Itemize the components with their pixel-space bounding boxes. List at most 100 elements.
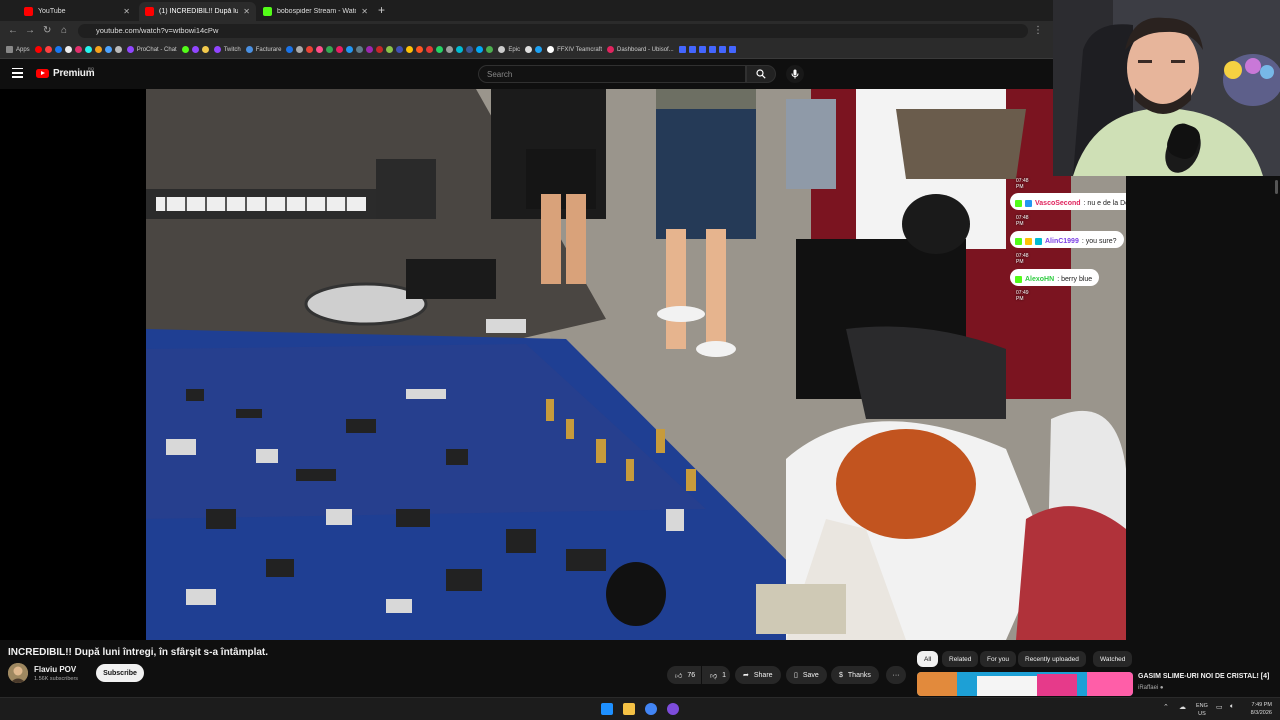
voice-search-button[interactable] bbox=[786, 65, 804, 83]
menu-icon[interactable] bbox=[12, 68, 23, 78]
bookmark-label: ProChat - Chat bbox=[136, 46, 177, 53]
video-scene-flea-market bbox=[146, 89, 1126, 640]
thanks-label: Thanks bbox=[847, 671, 871, 679]
thanks-button[interactable]: $ Thanks bbox=[831, 666, 879, 684]
bookmark-icon bbox=[426, 46, 434, 53]
avatar-image bbox=[8, 663, 28, 683]
reload-icon[interactable]: ↻ bbox=[43, 25, 51, 36]
chip-recently-uploaded[interactable]: Recently uploaded bbox=[1018, 651, 1086, 667]
new-tab-button[interactable]: + bbox=[378, 3, 385, 17]
bookmark-label: Twitch bbox=[223, 46, 241, 53]
bookmark-icons-group-4[interactable] bbox=[525, 46, 543, 53]
region-code: US bbox=[1198, 711, 1206, 717]
youtube-logo-icon bbox=[36, 69, 49, 78]
bookmark-apps[interactable]: Apps bbox=[6, 46, 30, 53]
recommended-video-title[interactable]: GASIM SLIME-URI NOI DE CRISTAL! [4] bbox=[1138, 673, 1269, 680]
close-tab-icon[interactable]: ✕ bbox=[361, 7, 368, 16]
chip-for-you[interactable]: For you bbox=[980, 651, 1017, 667]
apps-grid-icon bbox=[6, 46, 13, 53]
video-frame[interactable] bbox=[146, 89, 1126, 640]
bookmark-facturare[interactable]: Facturare bbox=[245, 46, 282, 53]
bookmark-label: Epic bbox=[508, 46, 521, 53]
bookmark-icon bbox=[346, 46, 354, 53]
youtube-icon bbox=[44, 46, 52, 53]
search-placeholder: Search bbox=[487, 70, 513, 79]
bookmark-ffxiv-teamcraft[interactable]: FFXIV Teamcraft bbox=[547, 46, 602, 53]
clock[interactable]: 7:49 PM 8/3/2026 bbox=[1251, 701, 1272, 717]
chat-username: VascoSecond bbox=[1035, 200, 1081, 207]
youtube-favicon-icon bbox=[24, 7, 33, 16]
bookmark-icons-group-3[interactable] bbox=[286, 46, 494, 53]
channel-avatar[interactable] bbox=[8, 663, 28, 683]
language-indicator[interactable]: ENG US bbox=[1196, 702, 1208, 718]
bookmark-label: Facturare bbox=[255, 46, 282, 53]
network-icon[interactable]: ▭ bbox=[1216, 703, 1223, 711]
dislike-button[interactable]: 👎︎ 1 bbox=[702, 666, 730, 684]
chip-related[interactable]: Related bbox=[942, 651, 979, 667]
clock-date: 8/3/2026 bbox=[1250, 710, 1272, 716]
youtube-premium-logo[interactable]: Premium RO bbox=[36, 66, 95, 79]
chat-username: AlinC1999 bbox=[1045, 238, 1079, 245]
chat-text: : you sure? bbox=[1081, 238, 1117, 245]
windows-start-icon[interactable] bbox=[601, 703, 613, 715]
prochat-icon bbox=[126, 46, 134, 53]
youtube-favicon-icon bbox=[145, 7, 154, 16]
search-button[interactable] bbox=[746, 65, 776, 83]
recommended-video-thumbnail[interactable] bbox=[917, 672, 1133, 696]
cloud-icon[interactable]: ☁ bbox=[1179, 703, 1186, 711]
search-input[interactable]: Search bbox=[478, 65, 746, 83]
epic-icon bbox=[498, 46, 506, 53]
thumbs-down-icon: 👎︎ bbox=[710, 672, 718, 680]
bookmark-icon bbox=[356, 46, 364, 53]
bookmark-icon bbox=[466, 46, 474, 53]
back-icon[interactable]: ← bbox=[8, 25, 18, 36]
close-tab-icon[interactable]: ✕ bbox=[243, 7, 250, 16]
bookmark-icon bbox=[406, 46, 414, 53]
scrollbar-thumb[interactable] bbox=[1275, 180, 1278, 194]
tray-chevron-icon[interactable]: ⌃ bbox=[1163, 703, 1169, 711]
extensions-icon[interactable]: ⋮ bbox=[1033, 25, 1043, 36]
bookmark-icons-group[interactable] bbox=[34, 46, 122, 53]
volume-icon[interactable]: 🔈︎ bbox=[1230, 703, 1234, 711]
kick-icon bbox=[181, 46, 189, 53]
bookmark-label: Apps bbox=[16, 46, 30, 53]
chip-watched[interactable]: Watched bbox=[1093, 651, 1133, 667]
bookmarks-bar: Apps ProChat - Chat Twitch Facturare Epi… bbox=[0, 41, 1053, 59]
more-actions-button[interactable]: ··· bbox=[886, 666, 906, 684]
bookmark-twitch[interactable]: Twitch bbox=[213, 46, 241, 53]
chip-all[interactable]: All bbox=[917, 651, 939, 667]
home-icon[interactable]: ⌂ bbox=[61, 25, 67, 36]
tab-youtube[interactable]: YouTube ✕ bbox=[18, 2, 136, 21]
bookmark-icons-group-2[interactable] bbox=[181, 46, 209, 53]
whatsapp-icon bbox=[436, 46, 444, 53]
bookmark-icon bbox=[446, 46, 454, 53]
share-button[interactable]: ➦ Share bbox=[735, 666, 781, 684]
bookmark-icon bbox=[376, 46, 384, 53]
address-bar[interactable]: youtube.com/watch?v=wtbowi14cPw bbox=[78, 24, 1028, 38]
video-player[interactable] bbox=[0, 89, 1126, 640]
bookmark-ubisoft-dashboard[interactable]: Dashboard - Ubisof... bbox=[607, 46, 674, 53]
badge-icon bbox=[1025, 238, 1032, 245]
bookmark-icon bbox=[94, 46, 102, 53]
bookmark-icons-group-5[interactable] bbox=[678, 46, 736, 53]
subscriber-badge-icon bbox=[1025, 200, 1032, 207]
bookmark-label: FFXIV Teamcraft bbox=[557, 46, 602, 53]
close-tab-icon[interactable]: ✕ bbox=[123, 7, 130, 16]
bookmark-icon bbox=[316, 46, 324, 53]
bookmark-icon bbox=[114, 46, 122, 53]
save-button[interactable]: ▯ Save bbox=[786, 666, 827, 684]
tab-current-video[interactable]: (1) INCREDIBIL!! După luni î ✕ bbox=[139, 2, 256, 21]
subscribe-button[interactable]: Subscribe bbox=[96, 664, 144, 682]
chrome-icon[interactable] bbox=[645, 703, 657, 715]
file-explorer-icon[interactable] bbox=[623, 703, 635, 715]
channel-name[interactable]: Flaviu POV bbox=[34, 665, 76, 674]
bookmark-prochat[interactable]: ProChat - Chat bbox=[126, 46, 177, 53]
chat-timestamp: 07:49 PM bbox=[1016, 290, 1029, 302]
bookmark-icon bbox=[535, 46, 543, 53]
clock-time: 7:49 PM bbox=[1251, 702, 1272, 708]
forward-icon[interactable]: → bbox=[25, 25, 35, 36]
like-button[interactable]: 👍︎ 76 bbox=[667, 666, 701, 684]
app-icon[interactable] bbox=[667, 703, 679, 715]
tab-kick-stream[interactable]: bobospider Stream - Watch Li ✕ bbox=[257, 2, 374, 21]
bookmark-epic[interactable]: Epic bbox=[498, 46, 520, 53]
